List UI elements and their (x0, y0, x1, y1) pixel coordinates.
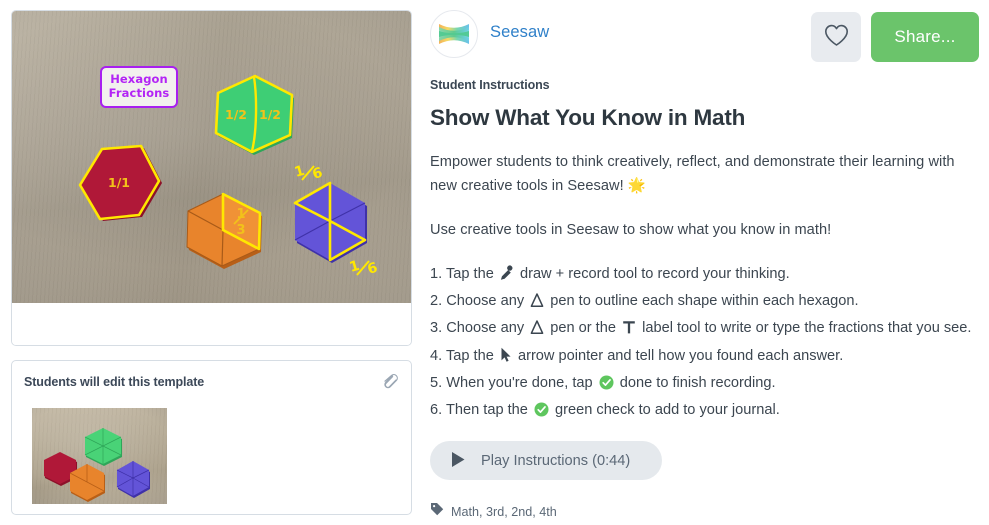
step-5-text-after: done to finish recording. (619, 374, 776, 391)
tag-text: Math, 3rd, 2nd, 4th (451, 504, 557, 519)
media-card: Hexagon Fractions 1/2 1/2 1/1 1 3 1 6 1 … (11, 10, 412, 346)
step-1-text-before: Tap the (445, 266, 494, 282)
student-instructions-label: Student Instructions (430, 78, 550, 92)
text-label-icon (622, 319, 636, 343)
template-card-title: Students will edit this template (24, 375, 205, 389)
play-instructions-label: Play Instructions (0:44) (481, 452, 631, 469)
annotation-line-1: Hexagon (110, 72, 168, 86)
template-card: Students will edit this template (11, 360, 412, 515)
arrow-pointer-icon (500, 347, 512, 371)
blue-hexagon-shape: 1 6 1 6 (274, 159, 392, 278)
step-3-number: 3. (430, 320, 443, 337)
green-fraction-right: 1/2 (259, 107, 281, 122)
step-item-2: 2. Choose any pen to outline each shape … (430, 289, 979, 316)
step-item-4: 4. Tap the arrow pointer and tell how yo… (430, 344, 979, 371)
blue-fraction-top: 1 6 (293, 163, 325, 183)
step-1-text-after: draw + record tool to record your thinki… (519, 266, 790, 282)
step-2-number: 2. (430, 293, 443, 310)
step-3-text-before: Choose any (446, 320, 525, 337)
red-fraction-label: 1/1 (108, 175, 130, 190)
share-button[interactable]: Share... (871, 12, 979, 62)
hexagon-fractions-annotation: Hexagon Fractions (100, 66, 178, 108)
step-2-text-before: Choose any (446, 293, 525, 310)
page-title: Show What You Know in Math (430, 105, 746, 130)
left-column: Hexagon Fractions 1/2 1/2 1/1 1 3 1 6 1 … (11, 10, 412, 515)
description-paragraph-1: Empower students to think creatively, re… (430, 154, 955, 194)
green-fraction-left: 1/2 (225, 107, 247, 122)
annotation-line-2: Fractions (108, 86, 170, 101)
red-hexagon-shape: 1/1 (75, 142, 165, 228)
orange-hexagon-shape: 1 3 (180, 189, 276, 271)
tag-row: Math, 3rd, 2nd, 4th (430, 502, 979, 521)
step-4-text-before: Tap the (445, 347, 494, 364)
pen-triangle-icon (530, 319, 544, 343)
heart-icon (824, 24, 849, 50)
step-2-text-after: pen to outline each shape within each he… (550, 293, 859, 310)
paperclip-icon[interactable] (379, 370, 401, 394)
microphone-icon (500, 265, 514, 289)
step-5-number: 5. (430, 374, 443, 391)
tag-icon (430, 502, 444, 521)
step-3-text-middle: pen or the (550, 320, 616, 337)
step-3-text-after: label tool to write or type the fraction… (642, 320, 972, 337)
photo-footer-strip (12, 303, 411, 345)
step-5-text-before: When you're done, tap (446, 374, 593, 391)
page-root: Hexagon Fractions 1/2 1/2 1/1 1 3 1 6 1 … (0, 0, 989, 525)
step-item-1: 1. Tap the draw + record tool to record … (430, 262, 979, 289)
right-column: Seesaw Share... Student Instructions Sho… (430, 10, 979, 521)
svg-text:6: 6 (311, 165, 325, 183)
step-item-6: 6. Then tap the green check to add to yo… (430, 398, 979, 425)
orange-fraction-denominator: 3 (236, 223, 245, 238)
step-item-3: 3. Choose any pen or the label tool to w… (430, 316, 979, 343)
pen-triangle-icon (530, 292, 544, 316)
step-6-number: 6. (430, 402, 443, 419)
step-4-text-after: arrow pointer and tell how you found eac… (517, 347, 844, 364)
hexagon-photo[interactable]: Hexagon Fractions 1/2 1/2 1/1 1 3 1 6 1 … (12, 11, 411, 303)
template-thumbnail[interactable] (32, 408, 167, 504)
seesaw-bowtie-logo-icon[interactable] (430, 10, 478, 58)
steps-list: 1. Tap the draw + record tool to record … (430, 262, 979, 425)
favorite-button[interactable] (811, 12, 861, 62)
green-check-icon (599, 374, 614, 398)
play-icon (451, 451, 466, 471)
description-paragraph-2: Use creative tools in Seesaw to show wha… (430, 222, 832, 238)
author-row: Seesaw Share... (430, 10, 979, 62)
step-6-text-after: green check to add to your journal. (555, 402, 780, 419)
description-body: Empower students to think creatively, re… (430, 150, 979, 242)
step-4-number: 4. (430, 347, 443, 364)
step-1-number: 1. (430, 266, 443, 282)
green-hexagon-shape: 1/2 1/2 (210, 73, 302, 159)
green-check-icon (534, 401, 549, 425)
step-item-5: 5. When you're done, tap done to finish … (430, 371, 979, 398)
author-name-link[interactable]: Seesaw (490, 23, 549, 42)
play-instructions-button[interactable]: Play Instructions (0:44) (430, 441, 662, 481)
step-6-text-before: Then tap the (445, 402, 528, 419)
